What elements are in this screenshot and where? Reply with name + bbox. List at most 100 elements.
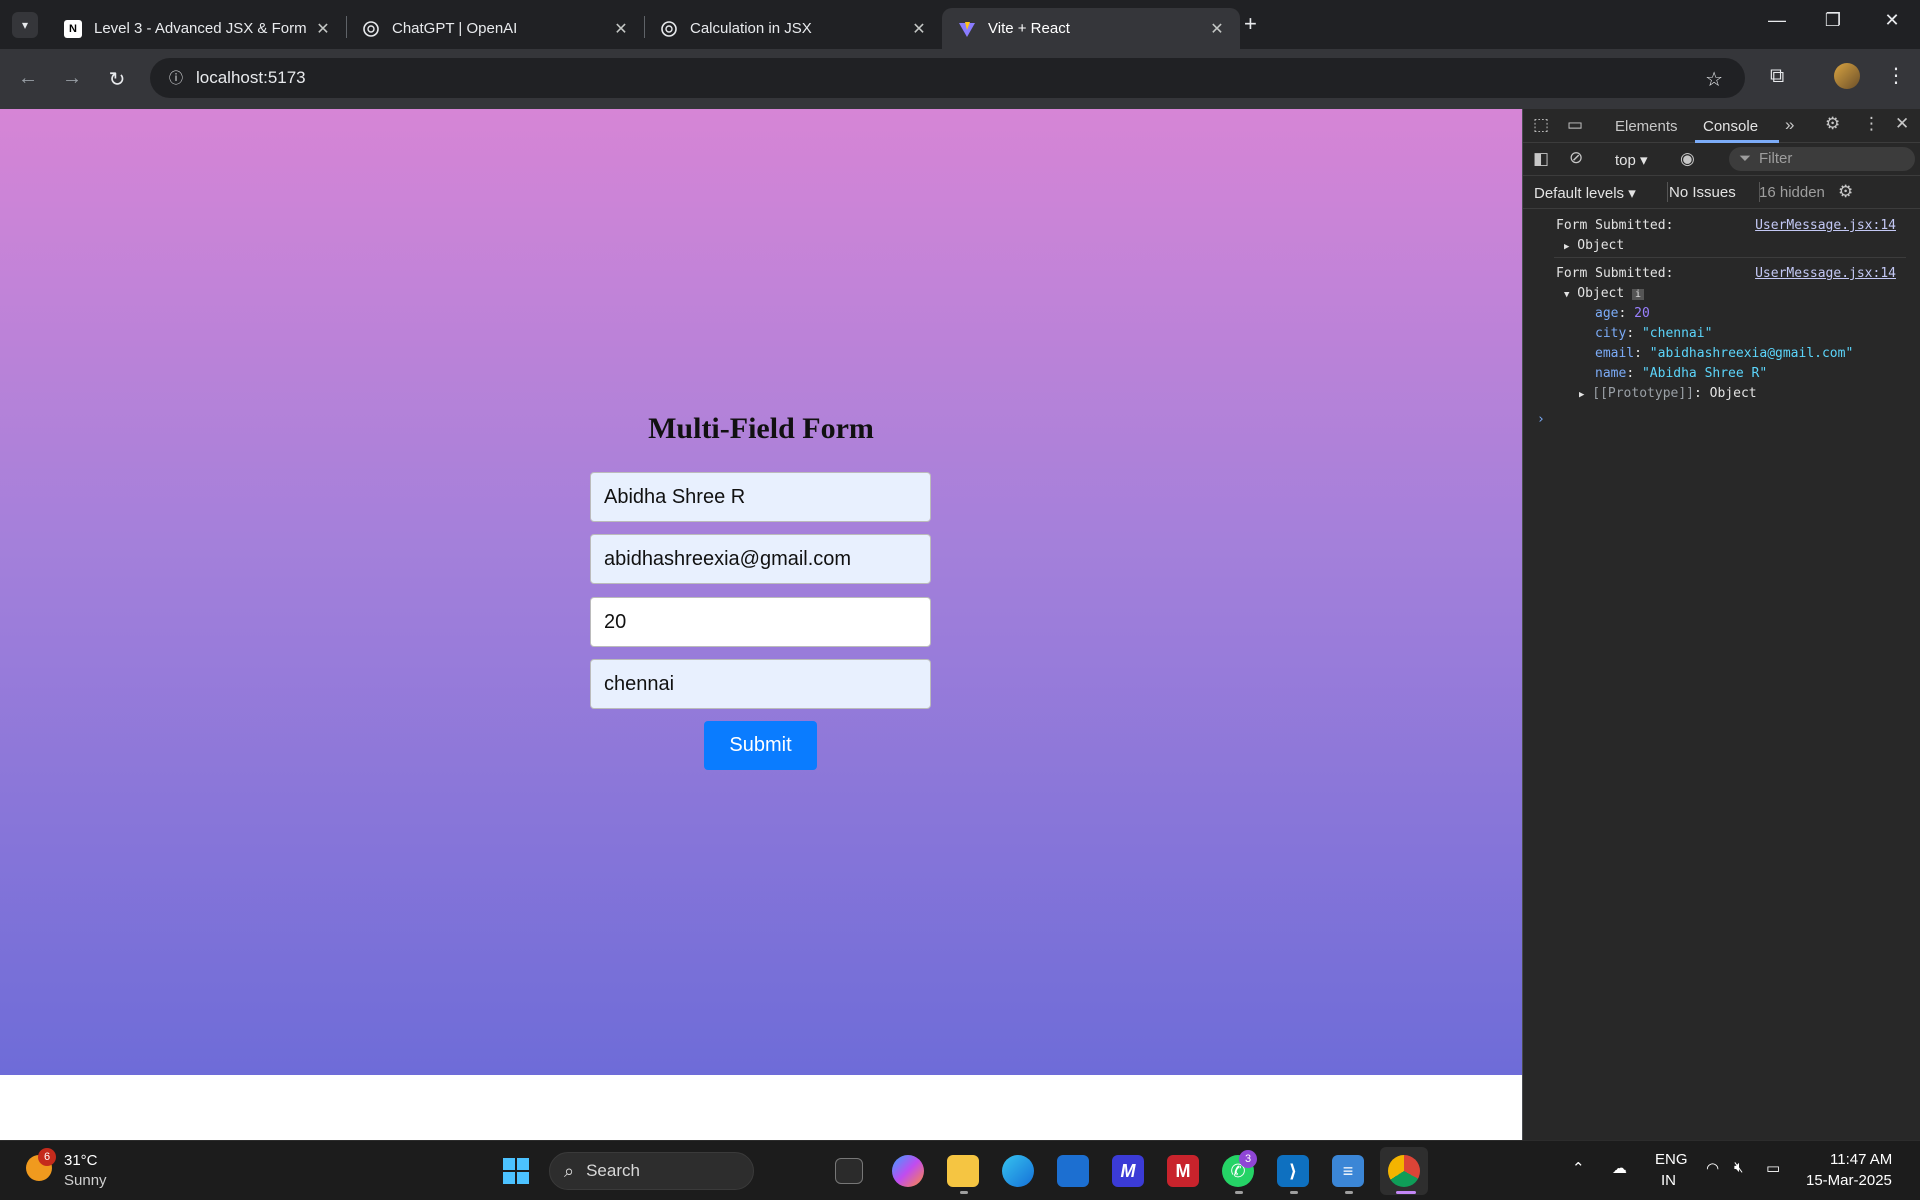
openai-icon: [362, 20, 380, 38]
city-field[interactable]: chennai: [590, 659, 931, 709]
taskbar-search[interactable]: ⌕ Search: [549, 1152, 754, 1190]
tab-elements[interactable]: Elements: [1615, 118, 1678, 135]
mcafee-shield-icon[interactable]: M: [1167, 1155, 1199, 1187]
log-source-link[interactable]: UserMessage.jsx:14: [1755, 218, 1896, 233]
reload-icon[interactable]: ↻: [105, 67, 129, 92]
app-m-icon[interactable]: M: [1112, 1155, 1144, 1187]
close-icon[interactable]: ✕: [612, 19, 630, 39]
whatsapp-badge: 3: [1239, 1150, 1257, 1168]
object-label: Object: [1577, 286, 1625, 301]
url-text[interactable]: localhost:5173: [196, 68, 306, 88]
settings-gear-icon[interactable]: ⚙: [1825, 114, 1840, 134]
back-arrow-icon[interactable]: ←: [16, 67, 40, 90]
running-indicator: [1345, 1191, 1353, 1194]
prop-city: city: "chennai": [1595, 326, 1713, 341]
vscode-icon[interactable]: ⟩: [1277, 1155, 1309, 1187]
network-cloud-icon[interactable]: ☁: [1612, 1159, 1627, 1177]
tab-title: Level 3 - Advanced JSX & Form: [94, 20, 307, 37]
wifi-icon[interactable]: ◠: [1706, 1159, 1719, 1177]
new-tab-plus-icon[interactable]: +: [1244, 12, 1257, 36]
object-expander[interactable]: ▶ Object: [1564, 238, 1624, 253]
log-message: Form Submitted:: [1556, 218, 1674, 233]
divider: [1667, 182, 1668, 202]
tab-calculation[interactable]: Calculation in JSX ✕: [644, 8, 942, 49]
more-tabs-chevron-icon[interactable]: »: [1785, 115, 1794, 135]
minimize-icon[interactable]: —: [1757, 10, 1797, 31]
email-field[interactable]: abidhashreexia@gmail.com: [590, 534, 931, 584]
name-field[interactable]: Abidha Shree R: [590, 472, 931, 522]
close-icon[interactable]: ✕: [1208, 19, 1226, 39]
console-prompt-chevron-icon[interactable]: ›: [1537, 412, 1545, 427]
running-indicator: [960, 1191, 968, 1194]
log-message: Form Submitted:: [1556, 266, 1674, 281]
volume-muted-icon[interactable]: 🔇︎: [1734, 1159, 1743, 1176]
extensions-puzzle-icon[interactable]: ⧉: [1770, 65, 1784, 88]
tab-title: Vite + React: [988, 20, 1070, 37]
clock-date[interactable]: 15-Mar-2025: [1806, 1172, 1892, 1189]
log-source-link[interactable]: UserMessage.jsx:14: [1755, 266, 1896, 281]
copilot-icon[interactable]: [892, 1155, 924, 1187]
log-levels-dropdown[interactable]: Default levels ▾: [1534, 184, 1636, 202]
prop-age: age: 20: [1595, 306, 1650, 321]
clock-time[interactable]: 11:47 AM: [1830, 1151, 1892, 1168]
devtools-menu-icon[interactable]: ⋮: [1863, 114, 1880, 134]
age-field[interactable]: 20: [590, 597, 931, 647]
forward-arrow-icon[interactable]: →: [60, 67, 84, 90]
show-hidden-icons-chevron-icon[interactable]: ⌃: [1572, 1159, 1585, 1177]
microsoft-store-icon[interactable]: [1057, 1155, 1089, 1187]
language-top[interactable]: ENG: [1655, 1151, 1688, 1168]
tab-search-chevron-icon[interactable]: ▾: [12, 12, 38, 38]
language-bottom[interactable]: IN: [1661, 1172, 1676, 1189]
tab-console[interactable]: Console: [1703, 118, 1758, 135]
filter-funnel-icon: ⏷: [1739, 150, 1752, 167]
weather-condition[interactable]: Sunny: [64, 1172, 107, 1189]
issues-count[interactable]: No Issues: [1669, 184, 1736, 201]
bookmark-star-icon[interactable]: ☆: [1705, 67, 1723, 92]
site-info-icon[interactable]: ⓘ: [156, 68, 196, 88]
chrome-icon[interactable]: [1388, 1155, 1420, 1187]
avatar[interactable]: [1834, 63, 1860, 89]
close-icon[interactable]: ✕: [314, 19, 332, 39]
context-selector[interactable]: top ▾: [1615, 151, 1648, 169]
hidden-count: 16 hidden: [1759, 184, 1825, 201]
address-bar[interactable]: ⓘ localhost:5173 ☆: [150, 58, 1745, 98]
notepad-icon[interactable]: ≡: [1332, 1155, 1364, 1187]
windows-start-icon[interactable]: [500, 1155, 532, 1187]
running-indicator: [1235, 1191, 1243, 1194]
prop-prototype[interactable]: ▶ [[Prototype]]: Object: [1579, 386, 1757, 401]
close-icon[interactable]: ✕: [910, 19, 928, 39]
object-expander[interactable]: ▼ Object i: [1564, 286, 1645, 301]
browser-menu-icon[interactable]: ⋮: [1886, 63, 1906, 88]
prop-name: name: "Abidha Shree R": [1595, 366, 1768, 381]
inspect-element-icon[interactable]: ⬚: [1533, 115, 1549, 135]
console-settings-gear-icon[interactable]: ⚙: [1838, 182, 1853, 202]
tab-vite-react[interactable]: Vite + React ✕: [942, 8, 1240, 49]
window-close-icon[interactable]: ✕: [1872, 10, 1912, 31]
submit-button[interactable]: Submit: [704, 721, 817, 770]
windows-taskbar: 6 31°C Sunny ⌕ Search M M ✆ 3 ⟩ ≡ ⌃ ☁ EN…: [0, 1140, 1920, 1200]
clear-console-icon[interactable]: ⊘: [1569, 148, 1583, 168]
notion-icon: N: [64, 19, 82, 38]
task-view-icon[interactable]: [835, 1158, 863, 1184]
close-devtools-icon[interactable]: ✕: [1895, 114, 1909, 134]
page-title: Multi-Field Form: [648, 412, 874, 445]
info-badge-icon: i: [1632, 289, 1645, 300]
weather-temperature[interactable]: 31°C: [64, 1152, 98, 1169]
console-toolbar: ◧ ⊘ top ▾ ◉ ⏷ Filter: [1523, 143, 1920, 176]
search-label: Search: [586, 1161, 640, 1180]
weather-badge: 6: [38, 1148, 56, 1166]
tab-chatgpt[interactable]: ChatGPT | OpenAI ✕: [346, 8, 644, 49]
live-expression-eye-icon[interactable]: ◉: [1680, 149, 1695, 169]
tab-level3[interactable]: N Level 3 - Advanced JSX & Form ✕: [48, 8, 346, 49]
edge-browser-icon[interactable]: [1002, 1155, 1034, 1187]
log-divider: [1554, 257, 1906, 258]
battery-icon[interactable]: ▭: [1766, 1159, 1780, 1177]
filter-input[interactable]: ⏷ Filter: [1729, 147, 1915, 171]
devtools-panel: ⬚ ▭ Elements Console » ⚙ ⋮ ✕ ◧ ⊘ top ▾ ◉…: [1522, 109, 1920, 1140]
running-indicator: [1290, 1191, 1298, 1194]
device-toolbar-icon[interactable]: ▭: [1567, 115, 1583, 135]
file-explorer-folder-icon[interactable]: [947, 1155, 979, 1187]
restore-icon[interactable]: ❐: [1813, 10, 1853, 31]
active-indicator: [1396, 1191, 1416, 1194]
sidebar-toggle-icon[interactable]: ◧: [1533, 149, 1549, 169]
